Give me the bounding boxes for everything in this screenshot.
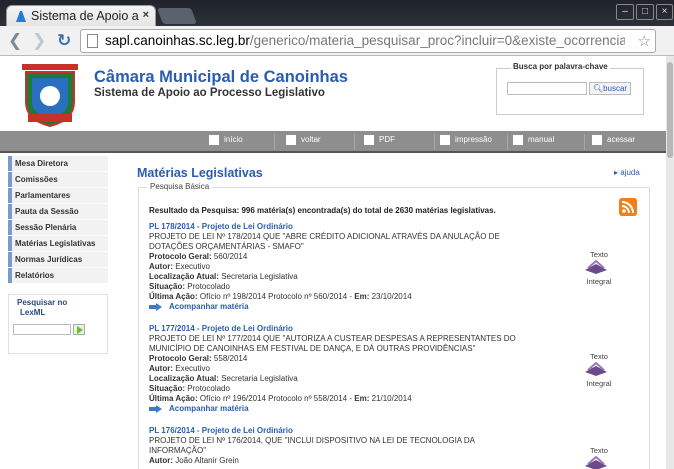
sidebar-item-comissoes[interactable]: Comissões bbox=[8, 172, 108, 187]
site-title: Câmara Municipal de Canoinhas bbox=[94, 68, 348, 86]
keyword-search-input[interactable] bbox=[507, 82, 587, 95]
sidebar-item-relatorios[interactable]: Relatórios bbox=[8, 268, 108, 283]
search-button[interactable]: 🔍︎buscar bbox=[589, 82, 631, 95]
nav-voltar[interactable]: voltar bbox=[286, 135, 321, 145]
list-item: PL 177/2014 - Projeto de Lei Ordinário P… bbox=[149, 324, 529, 414]
sidebar: Mesa Diretora Comissões Parlamentares Pa… bbox=[8, 156, 108, 354]
forward-arrow-icon[interactable]: ❯ bbox=[32, 31, 46, 51]
nav-acessar[interactable]: acessar bbox=[592, 135, 635, 145]
back-arrow-icon[interactable]: ❮ bbox=[8, 31, 22, 51]
nav-label: acessar bbox=[607, 135, 636, 145]
arrow-icon bbox=[149, 404, 163, 413]
new-tab-button[interactable] bbox=[157, 8, 197, 24]
sidebar-item-mesa-diretora[interactable]: Mesa Diretora bbox=[8, 156, 108, 171]
sidebar-item-sessao-plenaria[interactable]: Sessão Plenária bbox=[8, 220, 108, 235]
tab-strip: Sistema de Apoio ao × – □ × bbox=[0, 0, 674, 27]
item-description: PROJETO DE LEI Nº 177/2014 QUE "AUTORIZA… bbox=[149, 334, 516, 353]
browser-toolbar: ❮ ❯ ↻ sapl.canoinhas.sc.leg.br/generico/… bbox=[0, 26, 674, 74]
keyword-search-box: Busca por palavra-chave 🔍︎buscar bbox=[496, 62, 644, 115]
book-icon bbox=[585, 456, 607, 469]
help-icon bbox=[513, 135, 523, 145]
favicon-icon bbox=[16, 11, 26, 22]
nav-inicio[interactable]: início bbox=[209, 135, 243, 145]
scrollbar-thumb[interactable] bbox=[667, 62, 673, 158]
full-text-link[interactable]: Texto bbox=[579, 446, 619, 469]
nav-impressao[interactable]: impressão bbox=[440, 135, 492, 145]
page-icon bbox=[87, 34, 98, 48]
fieldset-legend: Pesquisa Básica bbox=[147, 182, 213, 191]
lexml-search: Pesquisar no LexML bbox=[8, 294, 108, 354]
page-scrollbar[interactable] bbox=[666, 56, 674, 469]
close-window-icon[interactable]: × bbox=[656, 4, 673, 20]
rss-icon[interactable] bbox=[619, 198, 637, 216]
back-icon bbox=[286, 135, 296, 145]
nav-manual[interactable]: manual bbox=[513, 135, 554, 145]
follow-link[interactable]: Acompanhar matéria bbox=[149, 302, 529, 312]
divider bbox=[584, 134, 585, 150]
nav-label: início bbox=[224, 135, 243, 145]
sidebar-item-pauta[interactable]: Pauta da Sessão bbox=[8, 204, 108, 219]
minimize-icon[interactable]: – bbox=[616, 4, 634, 20]
nav-label: impressão bbox=[455, 135, 492, 145]
book-icon bbox=[585, 260, 607, 274]
url-text: sapl.canoinhas.sc.leg.br/generico/materi… bbox=[105, 33, 625, 48]
nav-label: manual bbox=[528, 135, 555, 145]
book-icon bbox=[585, 362, 607, 376]
divider bbox=[274, 134, 275, 150]
result-summary: Resultado da Pesquisa: 996 matéria(s) en… bbox=[149, 206, 496, 215]
site-navbar: início voltar PDF impressão manual acess… bbox=[0, 131, 666, 153]
item-description: PROJETO DE LEI Nº 176/2014, QUE "INCLUI … bbox=[149, 436, 475, 455]
basic-search-results: Pesquisa Básica Resultado da Pesquisa: 9… bbox=[138, 182, 650, 469]
item-heading[interactable]: PL 176/2014 - Projeto de Lei Ordinário bbox=[149, 426, 529, 436]
user-icon bbox=[592, 135, 602, 145]
lexml-go-button[interactable] bbox=[73, 324, 85, 335]
follow-link[interactable]: Acompanhar matéria bbox=[149, 404, 529, 414]
lexml-title: Pesquisar no LexML bbox=[17, 298, 68, 317]
divider bbox=[354, 134, 355, 150]
sidebar-item-normas[interactable]: Normas Jurídicas bbox=[8, 252, 108, 267]
home-icon bbox=[209, 135, 219, 145]
divider bbox=[434, 134, 435, 150]
item-description: PROJETO DE LEI Nº 178/2014 QUE "ABRE CRÉ… bbox=[149, 232, 500, 251]
address-bar[interactable]: sapl.canoinhas.sc.leg.br/generico/materi… bbox=[80, 29, 656, 53]
nav-label: voltar bbox=[301, 135, 321, 145]
reload-icon[interactable]: ↻ bbox=[57, 31, 71, 51]
sidebar-item-parlamentares[interactable]: Parlamentares bbox=[8, 188, 108, 203]
pdf-icon bbox=[364, 135, 374, 145]
search-button-label: buscar bbox=[603, 84, 628, 93]
site-header: Câmara Municipal de Canoinhas Sistema de… bbox=[0, 56, 666, 131]
search-legend: Busca por palavra-chave bbox=[511, 62, 610, 71]
full-text-link[interactable]: Texto Integral bbox=[579, 250, 619, 286]
tab-close-icon[interactable]: × bbox=[143, 9, 149, 21]
item-heading[interactable]: PL 177/2014 - Projeto de Lei Ordinário bbox=[149, 324, 529, 334]
list-item: PL 176/2014 - Projeto de Lei Ordinário P… bbox=[149, 426, 529, 466]
coat-of-arms-icon bbox=[22, 64, 78, 128]
nav-label: PDF bbox=[379, 135, 395, 145]
item-heading[interactable]: PL 178/2014 - Projeto de Lei Ordinário bbox=[149, 222, 529, 232]
browser-window: Sistema de Apoio ao × – □ × ❮ ❯ ↻ sapl.c… bbox=[0, 0, 674, 469]
browser-tab[interactable]: Sistema de Apoio ao × bbox=[6, 5, 156, 27]
site-subtitle: Sistema de Apoio ao Processo Legislativo bbox=[94, 87, 325, 99]
tab-title: Sistema de Apoio ao bbox=[31, 9, 139, 23]
print-icon bbox=[440, 135, 450, 145]
nav-pdf[interactable]: PDF bbox=[364, 135, 395, 145]
page-title: Matérias Legislativas bbox=[137, 166, 263, 180]
help-link[interactable]: ▸ ajuda bbox=[614, 168, 640, 177]
full-text-link[interactable]: Texto Integral bbox=[579, 352, 619, 388]
star-icon[interactable]: ☆ bbox=[638, 32, 651, 50]
lexml-input[interactable] bbox=[13, 324, 71, 335]
arrow-icon bbox=[149, 302, 163, 311]
divider bbox=[507, 134, 508, 150]
search-icon: 🔍︎ bbox=[592, 84, 604, 93]
list-item: PL 178/2014 - Projeto de Lei Ordinário P… bbox=[149, 222, 529, 312]
sidebar-item-materias[interactable]: Matérias Legislativas bbox=[8, 236, 108, 251]
page-viewport: Câmara Municipal de Canoinhas Sistema de… bbox=[0, 56, 674, 469]
maximize-icon[interactable]: □ bbox=[636, 4, 654, 20]
